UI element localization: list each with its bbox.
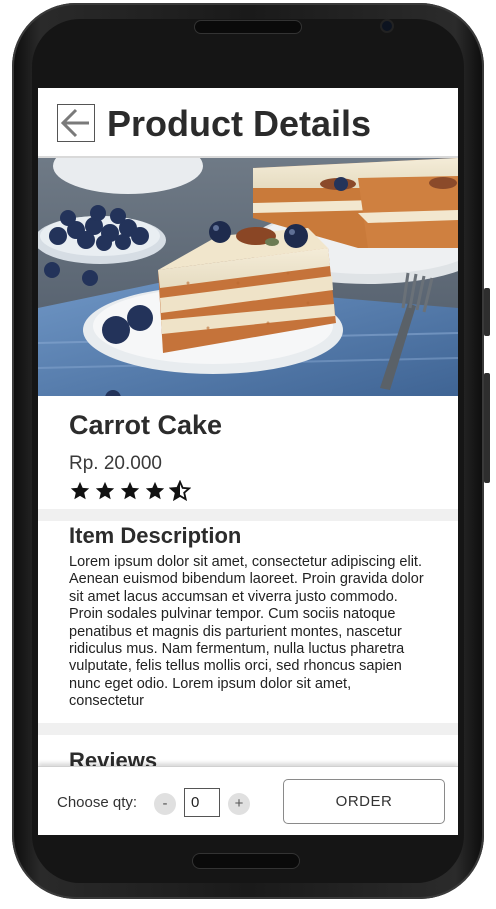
product-summary: Carrot Cake Rp. 20.000 [38, 396, 458, 508]
app-bar: Product Details [38, 88, 458, 158]
star-full-icon [145, 481, 165, 500]
section-divider [38, 723, 458, 735]
description-title: Item Description [69, 523, 242, 548]
product-image [38, 158, 458, 396]
increase-qty-button[interactable]: + [228, 793, 250, 815]
rating-stars [69, 480, 191, 502]
earpiece-speaker [195, 21, 301, 33]
star-full-icon [120, 481, 140, 500]
order-bar: Choose qty: - + ORDER [38, 766, 458, 835]
back-button[interactable] [57, 104, 95, 142]
decrease-qty-button[interactable]: - [154, 793, 176, 815]
product-name: Carrot Cake [69, 410, 223, 440]
product-price: Rp. 20.000 [69, 453, 162, 474]
star-full-icon [70, 481, 90, 500]
app-screen: Product Details Carrot Cake Rp. 20.000 I… [38, 88, 458, 835]
description-text: Lorem ipsum dolor sit amet, consectetur … [69, 554, 424, 710]
qty-label: Choose qty: [57, 794, 138, 811]
page-title: Product Details [107, 103, 372, 144]
qty-input[interactable] [184, 788, 220, 817]
order-button[interactable]: ORDER [283, 779, 445, 824]
front-camera [382, 21, 392, 31]
arrow-left-icon [60, 108, 89, 138]
star-full-icon [95, 481, 115, 500]
volume-button [484, 288, 490, 336]
bottom-speaker [193, 854, 299, 868]
power-button [484, 373, 490, 483]
star-half-icon [169, 480, 191, 502]
section-divider [38, 509, 458, 521]
